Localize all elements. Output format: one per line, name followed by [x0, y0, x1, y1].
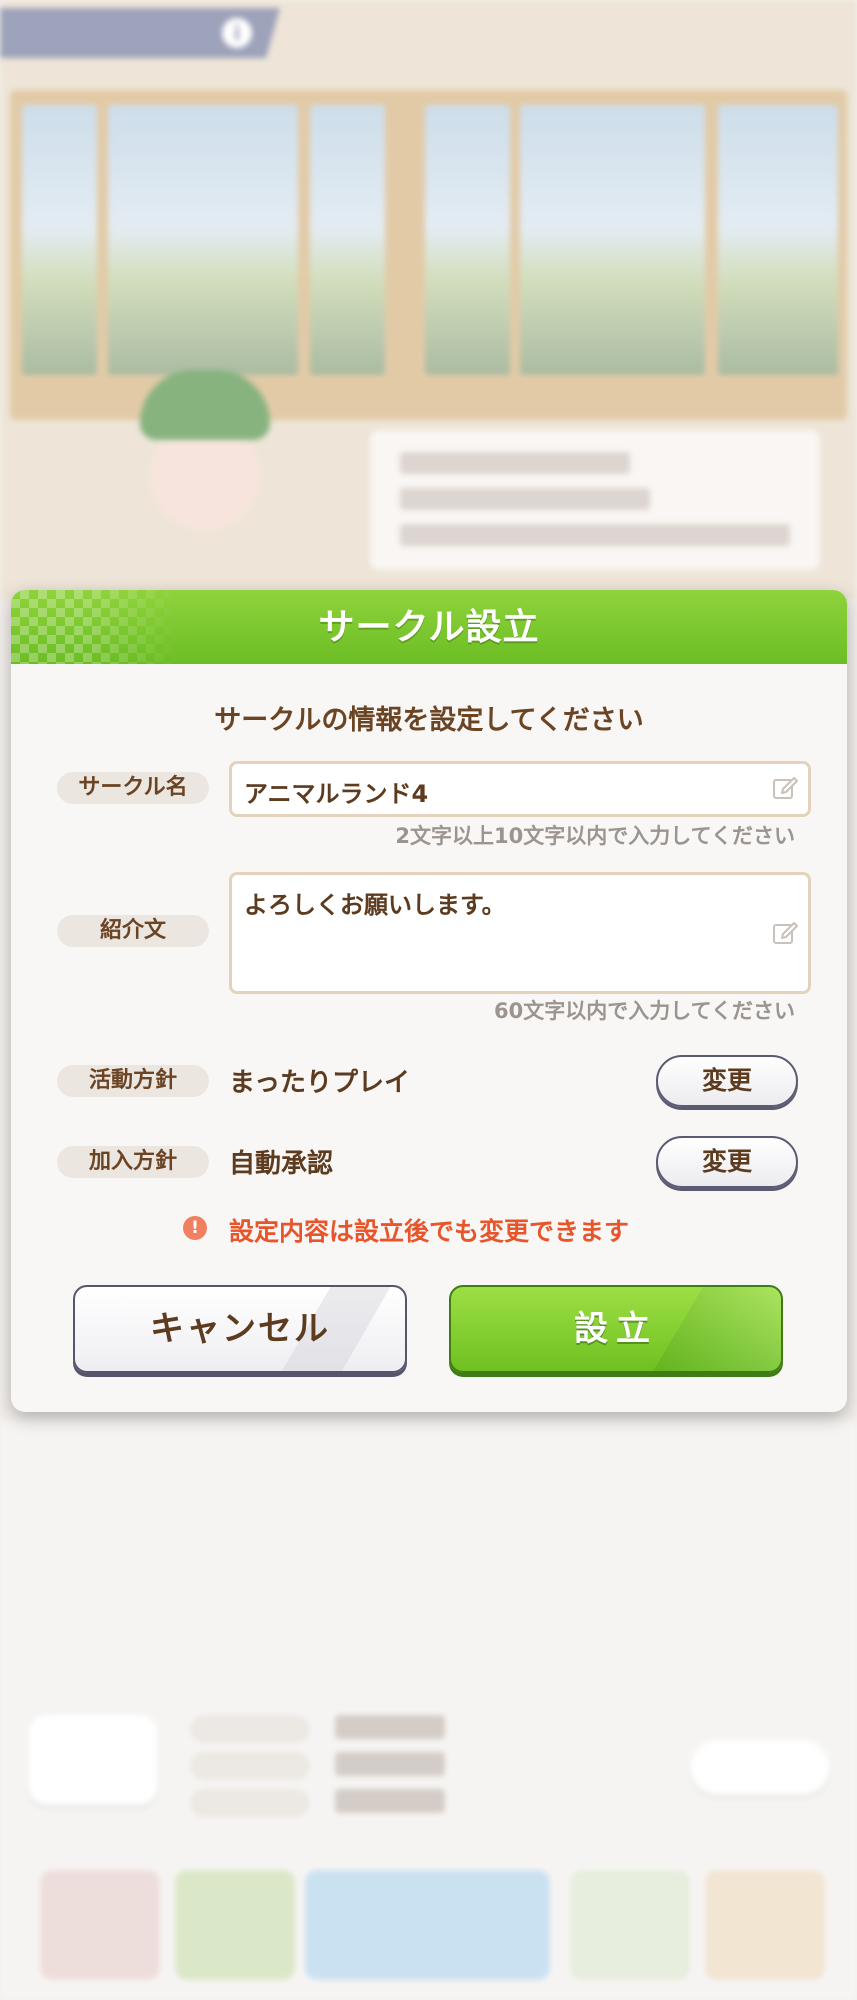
notice-text: 設定内容は設立後でも変更できます — [229, 1217, 630, 1246]
circle-create-dialog: サークル設立 サークルの情報を設定してください サークル名 アニマルランド4 2… — [11, 590, 847, 1412]
activity-policy-label: 活動方針 — [57, 1065, 209, 1097]
pencil-icon — [773, 922, 798, 944]
circle-name-label: サークル名 — [57, 772, 209, 804]
create-circle-button-label: 設立 — [574, 1309, 658, 1349]
circle-name-value: アニマルランド4 — [244, 780, 429, 808]
join-policy-label: 加入方針 — [57, 1146, 209, 1178]
dialog-title: サークル設立 — [318, 607, 540, 648]
pencil-icon — [773, 777, 798, 799]
intro-value: よろしくお願いします。 — [244, 891, 506, 919]
intro-label: 紹介文 — [57, 915, 209, 947]
activity-policy-change-button[interactable]: 変更 — [656, 1055, 798, 1107]
intro-textarea[interactable]: よろしくお願いします。 — [229, 872, 811, 994]
activity-policy-value: まったりプレイ — [229, 1068, 410, 1098]
dialog-subtitle: サークルの情報を設定してください — [214, 705, 644, 736]
cancel-button-label: キャンセル — [150, 1309, 330, 1349]
dialog-header: サークル設立 — [11, 590, 847, 664]
cancel-button[interactable]: キャンセル — [73, 1285, 407, 1373]
circle-name-hint: 2文字以上10文字以内で入力してください — [395, 824, 795, 848]
create-circle-button[interactable]: 設立 — [449, 1285, 783, 1373]
join-policy-change-button[interactable]: 変更 — [656, 1136, 798, 1188]
circle-name-input[interactable]: アニマルランド4 — [229, 761, 811, 817]
intro-hint: 60文字以内で入力してください — [494, 999, 795, 1023]
join-policy-value: 自動承認 — [229, 1149, 334, 1179]
exclamation-circle-icon: ! — [183, 1216, 207, 1240]
